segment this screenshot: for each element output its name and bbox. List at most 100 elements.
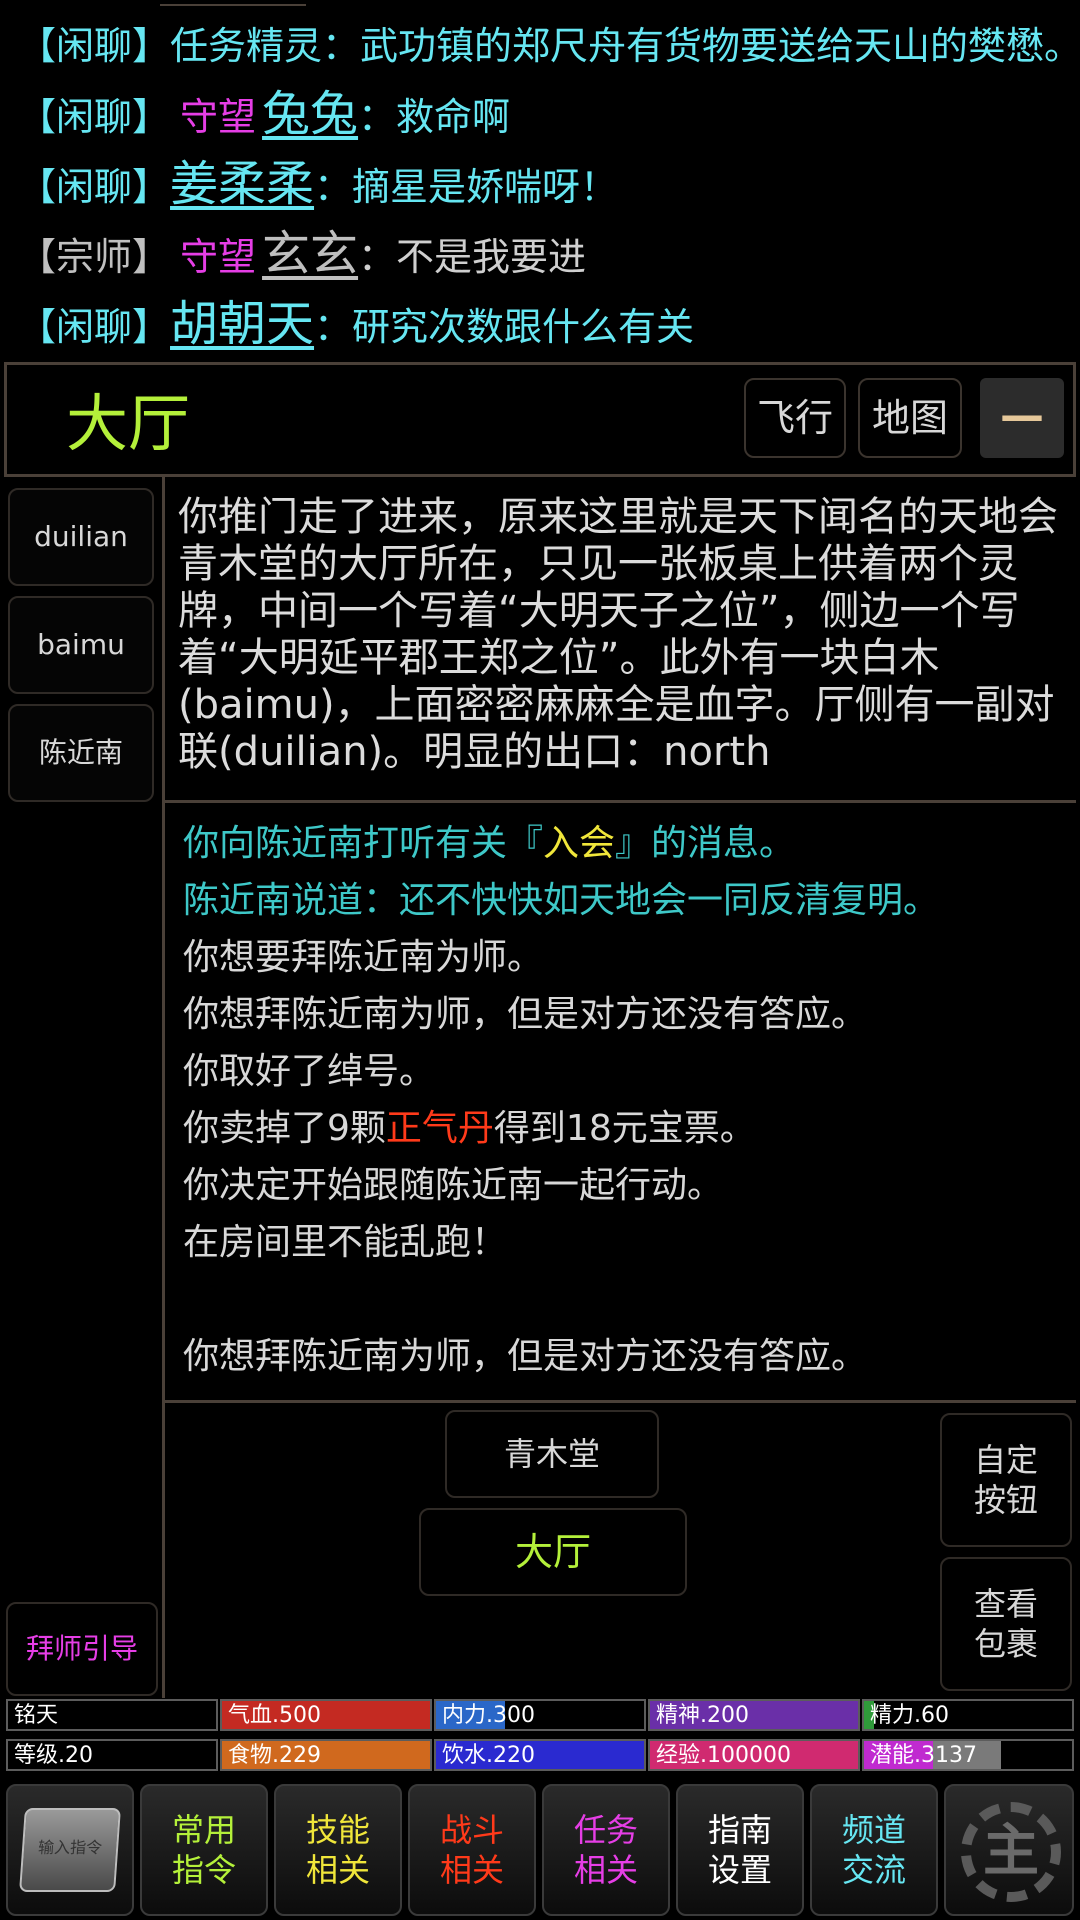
stat-bar-hp: 气血.500 [220, 1699, 432, 1731]
quests-button[interactable]: 任务 相关 [542, 1784, 670, 1916]
stat-bar-food: 食物.229 [220, 1739, 432, 1771]
log-line: 你想拜陈近南为师，但是对方还没有答应。 [183, 994, 868, 1035]
chat-line: 【闲聊】姜柔柔：摘星是娇喘呀！ [18, 154, 618, 214]
guide-settings-button[interactable]: 指南 设置 [676, 1784, 804, 1916]
log-line: 你取好了绰号。 [183, 1051, 436, 1092]
chat-title-prefix: 守望 [180, 95, 257, 139]
npc-chen-jinnan[interactable]: 陈近南 [8, 704, 154, 802]
chat-channel-tag: 【闲聊】 [18, 305, 171, 349]
chat-line: 【闲聊】任务精灵：武功镇的郑尺舟有货物要送给天山的樊懋。 [18, 16, 1080, 76]
apprentice-guide-button[interactable]: 拜师引导 [6, 1602, 158, 1696]
menu-label: 指令 [171, 1851, 236, 1889]
custom-button-label: 按钮 [973, 1481, 1038, 1519]
log-line: 你卖掉了9颗正气丹得到18元宝票。 [183, 1101, 756, 1157]
menu-label: 任务 [573, 1811, 638, 1849]
channels-button[interactable]: 频道 交流 [810, 1784, 938, 1916]
sidebar-divider [162, 476, 165, 1698]
stat-label: 饮水.220 [442, 1743, 535, 1768]
menu-label: 战斗 [439, 1811, 504, 1849]
exit-north-button[interactable]: 青木堂 [445, 1410, 659, 1498]
bag-button-label: 包裹 [973, 1625, 1038, 1663]
menu-label: 常用 [171, 1811, 236, 1849]
room-description: 你推门走了进来，原来这里就是天下闻名的天地会青木堂的大厅所在，只见一张板桌上供着… [178, 494, 1058, 775]
stat-bar-exp: 经验.100000 [648, 1739, 860, 1771]
chat-message: ：研究次数跟什么有关 [314, 305, 695, 349]
stat-bar-level: 等级.20 [6, 1739, 218, 1771]
combat-button[interactable]: 战斗 相关 [408, 1784, 536, 1916]
menu-label: 设置 [707, 1851, 772, 1889]
view-bag-button[interactable]: 查看 包裹 [940, 1557, 1072, 1691]
menu-label: 相关 [439, 1851, 504, 1889]
object-baimu[interactable]: baimu [8, 596, 154, 694]
stat-label: 精神.200 [656, 1703, 749, 1728]
chat-title-prefix: 守望 [180, 235, 257, 279]
common-commands-button[interactable]: 常用 指令 [140, 1784, 268, 1916]
main-menu-button[interactable]: 主 [944, 1784, 1074, 1916]
stat-label: 气血.500 [228, 1703, 321, 1728]
chat-player-name[interactable]: 兔兔 [262, 86, 358, 142]
chat-top-marker [160, 4, 306, 6]
custom-button[interactable]: 自定 按钮 [940, 1413, 1072, 1547]
stat-bar-energy: 精力.60 [862, 1699, 1074, 1731]
menu-label: 相关 [305, 1851, 370, 1889]
header-border-right [1073, 364, 1076, 474]
chat-divider [4, 362, 1076, 365]
stat-label: 等级.20 [14, 1743, 93, 1768]
chat-message: ：摘星是娇喘呀！ [314, 165, 619, 209]
menu-label: 相关 [573, 1851, 638, 1889]
chat-panel: 【闲聊】任务精灵：武功镇的郑尺舟有货物要送给天山的樊懋。 【闲聊】 守望 兔兔：救命… [0, 0, 1080, 362]
keyboard-icon-label: 输入指令 [37, 1838, 103, 1857]
chat-line: 【闲聊】 守望 兔兔：救命啊 [18, 84, 510, 144]
log-line: 在房间里不能乱跑！ [183, 1222, 508, 1263]
fly-button[interactable]: 飞行 [744, 378, 846, 458]
stat-label: 经验.100000 [656, 1743, 791, 1768]
bag-button-label: 查看 [973, 1585, 1038, 1623]
chat-message: ：不是我要进 [358, 235, 587, 279]
log-text: 你向陈近南打听有关『 [183, 823, 544, 864]
log-line: 你想要拜陈近南为师。 [183, 937, 544, 978]
log-text: 得到18元宝票。 [493, 1108, 756, 1149]
chat-channel-tag: 【闲聊】 [18, 24, 171, 68]
stat-label: 内力.300 [442, 1703, 535, 1728]
log-line: 你想拜陈近南为师，但是对方还没有答应。 [183, 1336, 868, 1377]
map-button[interactable]: 地图 [858, 378, 962, 458]
menu-label: 指南 [707, 1811, 772, 1849]
chat-player-name[interactable]: 胡朝天 [170, 296, 314, 352]
collapse-button[interactable]: — [980, 378, 1064, 458]
stat-label: 精力.60 [870, 1703, 949, 1728]
gear-icon-label: 主 [983, 1819, 1039, 1884]
menu-label: 技能 [305, 1811, 370, 1849]
chat-line: 【宗师】 守望 玄玄：不是我要进 [18, 224, 586, 284]
keyboard-icon: 输入指令 [19, 1808, 121, 1892]
menu-label: 交流 [841, 1851, 906, 1889]
stat-label: 食物.229 [228, 1743, 321, 1768]
log-text: 』的消息。 [615, 823, 796, 864]
chat-channel-tag: 【闲聊】 [18, 165, 171, 209]
skills-button[interactable]: 技能 相关 [274, 1784, 402, 1916]
chat-player-name[interactable]: 姜柔柔 [170, 156, 314, 212]
chat-line: 【闲聊】胡朝天：研究次数跟什么有关 [18, 294, 694, 354]
chat-player-name[interactable]: 玄玄 [262, 226, 358, 282]
room-title: 大厅 [66, 387, 191, 460]
stat-label: 铭天 [14, 1703, 59, 1728]
menu-label: 频道 [841, 1811, 906, 1849]
chat-message: ：救命啊 [358, 95, 511, 139]
chat-message: 任务精灵：武功镇的郑尺舟有货物要送给天山的樊懋。 [170, 24, 1080, 68]
chat-channel-tag: 【闲聊】 [18, 95, 171, 139]
log-line: 陈近南说道：还不快快如天地会一同反清复明。 [183, 880, 940, 921]
stat-bar-mp: 内力.300 [434, 1699, 646, 1731]
object-duilian[interactable]: duilian [8, 488, 154, 586]
current-room-button[interactable]: 大厅 [419, 1508, 687, 1596]
log-text: 你卖掉了9颗 [183, 1108, 386, 1149]
stat-bar-spirit: 精神.200 [648, 1699, 860, 1731]
stat-bar-pot: 潜能.3137 [862, 1739, 1074, 1771]
custom-button-label: 自定 [973, 1441, 1038, 1479]
stat-bar-name: 铭天 [6, 1699, 218, 1731]
input-command-button[interactable]: 输入指令 [6, 1784, 134, 1916]
chat-channel-tag: 【宗师】 [18, 235, 171, 279]
desc-divider [164, 800, 1076, 803]
log-highlight: 入会 [543, 823, 616, 864]
stat-label: 潜能.3137 [870, 1743, 977, 1768]
header-border-left [4, 364, 7, 474]
log-divider [164, 1400, 1076, 1403]
